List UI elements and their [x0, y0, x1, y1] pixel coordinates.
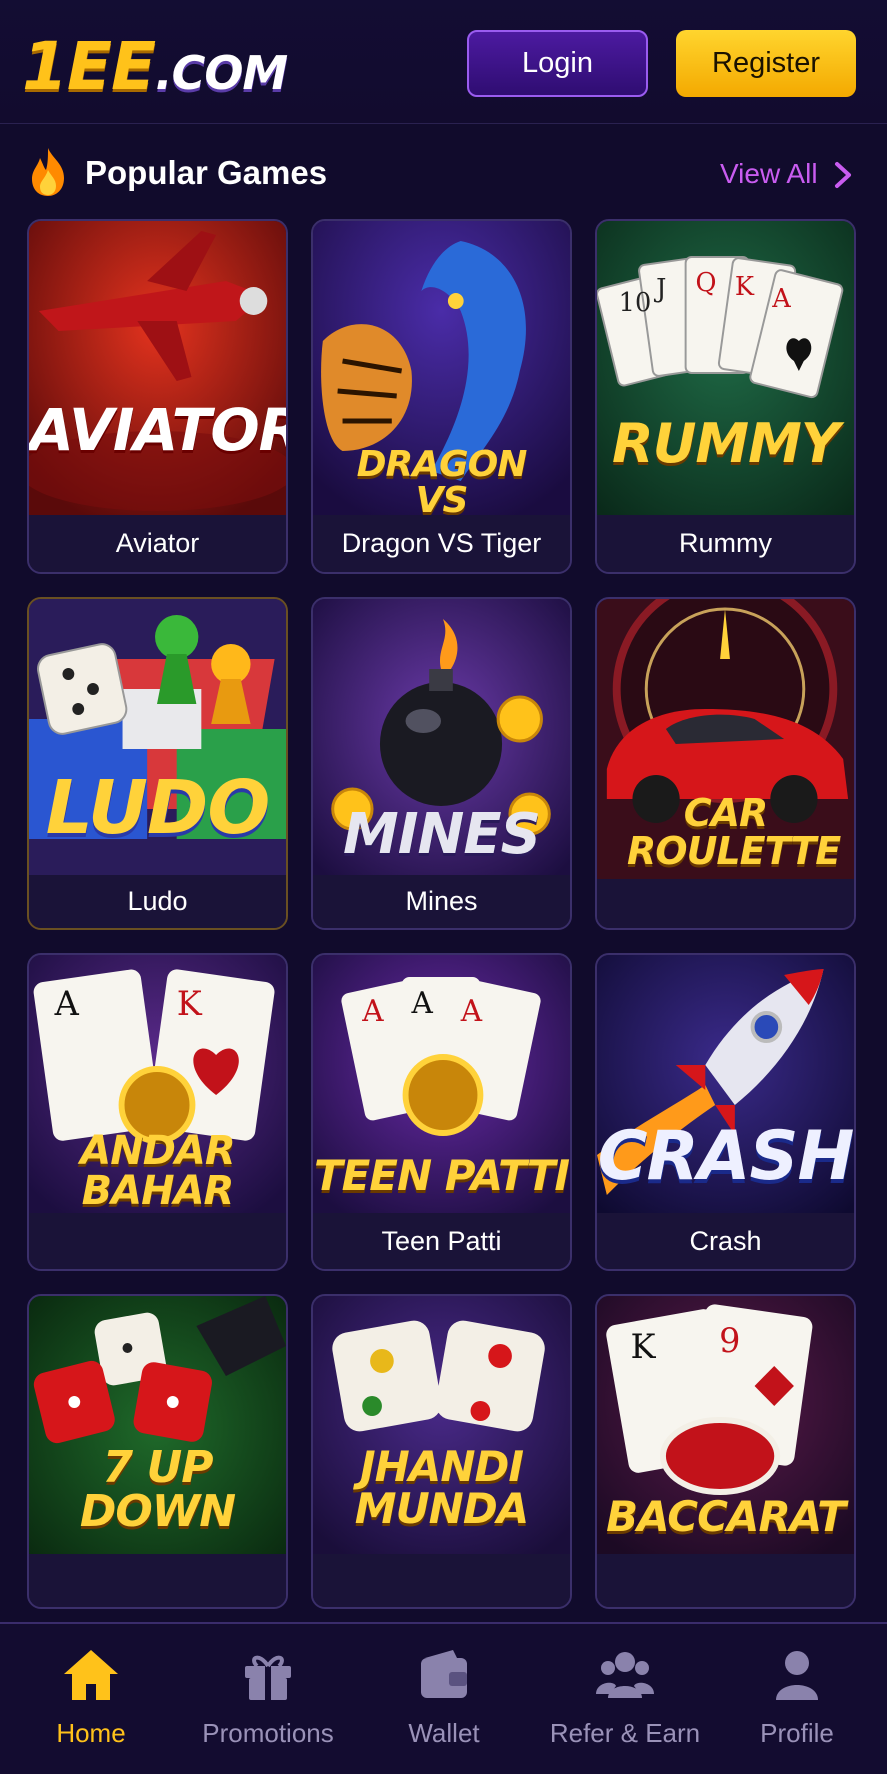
game-art-title: CAR ROULETTE: [627, 791, 841, 873]
game-label: Rummy: [597, 515, 854, 572]
nav-item-promotions[interactable]: Promotions: [183, 1646, 353, 1756]
game-card-jhandi-munda[interactable]: JHANDI MUNDA: [311, 1294, 572, 1609]
game-art-title: ANDAR BAHAR: [80, 1128, 235, 1214]
svg-text:10: 10: [619, 288, 652, 318]
svg-text:A: A: [771, 284, 791, 314]
game-label: [29, 1554, 286, 1607]
game-art-crash: CRASH: [597, 955, 854, 1217]
game-card-teen-patti[interactable]: A A A TEEN PATTI Teen Patti: [311, 953, 572, 1271]
game-art-mines: MINES: [313, 599, 570, 879]
game-card-7-up-down[interactable]: 7 UP DOWN: [27, 1294, 288, 1609]
top-header: 1EE .COM Login Register: [0, 0, 887, 124]
game-art-title: JHANDI MUNDA: [354, 1442, 529, 1533]
game-art-title: TEEN PATTI: [313, 1151, 570, 1200]
game-card-car-roulette[interactable]: CAR ROULETTE: [595, 597, 856, 930]
game-label: Dragon VS Tiger: [313, 515, 570, 572]
logo-main: 1EE: [22, 28, 156, 105]
chevron-right-icon[interactable]: [832, 160, 854, 190]
game-art-title: MINES: [342, 802, 541, 867]
game-art-teen-patti: A A A TEEN PATTI: [313, 955, 570, 1217]
game-art-title: AVIATOR: [29, 396, 286, 464]
game-art-title: RUMMY: [611, 412, 840, 475]
game-label: [597, 879, 854, 928]
login-button[interactable]: Login: [467, 30, 648, 97]
game-art-title: CRASH: [597, 1117, 854, 1196]
section-title: Popular Games: [85, 154, 328, 191]
svg-text:A: A: [410, 986, 433, 1021]
svg-text:A: A: [361, 994, 384, 1029]
game-art-baccarat: K 9 BACCARAT: [597, 1296, 854, 1558]
game-card-dragon-vs-tiger[interactable]: DRAGON VS TIGER Dragon VS Tiger: [311, 219, 572, 574]
nav-label: Refer & Earn: [549, 1718, 701, 1748]
wallet-icon: [421, 1650, 467, 1698]
nav-item-refer-earn[interactable]: Refer & Earn: [540, 1646, 710, 1756]
game-art-aviator: AVIATOR: [29, 221, 286, 519]
game-art-title: BACCARAT: [606, 1492, 846, 1541]
game-art-rummy: 10 J Q K A RUMMY: [597, 221, 854, 519]
game-art-jhandi-munda: JHANDI MUNDA: [313, 1296, 570, 1558]
game-label: [313, 1554, 570, 1607]
nav-item-home[interactable]: Home: [6, 1646, 176, 1756]
game-card-mines[interactable]: MINES Mines: [311, 597, 572, 930]
bottom-nav: Home Promotions Wallet Refer & Earn Prof…: [0, 1622, 887, 1774]
game-card-aviator[interactable]: AVIATOR Aviator: [27, 219, 288, 574]
svg-text:K: K: [735, 272, 755, 302]
svg-text:A: A: [54, 984, 80, 1023]
svg-text:Q: Q: [695, 268, 716, 298]
game-card-andar-bahar[interactable]: A K ANDAR BAHAR: [27, 953, 288, 1271]
game-label: Aviator: [29, 515, 286, 572]
game-art-ludo: LUDO: [29, 599, 286, 879]
svg-text:K: K: [630, 1327, 656, 1366]
game-label: Ludo: [29, 875, 286, 928]
game-art-andar-bahar: A K ANDAR BAHAR: [29, 955, 286, 1217]
game-art-title: LUDO: [45, 765, 271, 851]
game-label: Crash: [597, 1213, 854, 1269]
view-all-link[interactable]: View All: [720, 158, 818, 190]
game-label: [29, 1213, 286, 1269]
game-label: [597, 1554, 854, 1607]
game-card-crash[interactable]: CRASH Crash: [595, 953, 856, 1271]
game-art-dragon-vs-tiger: DRAGON VS TIGER: [313, 221, 570, 519]
svg-text:K: K: [177, 984, 203, 1023]
nav-item-profile[interactable]: Profile: [712, 1646, 882, 1756]
site-logo[interactable]: 1EE .COM: [22, 28, 288, 105]
nav-label: Home: [56, 1718, 126, 1748]
svg-text:9: 9: [719, 1321, 740, 1360]
nav-label: Profile: [760, 1718, 834, 1748]
gift-icon: [245, 1655, 291, 1700]
nav-label: Promotions: [202, 1718, 334, 1748]
register-button[interactable]: Register: [676, 30, 856, 97]
logo-suffix: .COM: [155, 46, 288, 100]
home-icon: [64, 1650, 118, 1700]
nav-label: Wallet: [408, 1718, 480, 1748]
svg-text:A: A: [460, 994, 483, 1029]
game-art-title: 7 UP DOWN: [79, 1442, 236, 1537]
popular-games-header: Popular Games View All: [0, 140, 887, 210]
profile-icon: [776, 1651, 818, 1700]
game-label: Teen Patti: [313, 1213, 570, 1269]
fire-icon: [32, 148, 64, 196]
users-icon: [596, 1652, 654, 1698]
game-art-car-roulette: CAR ROULETTE: [597, 599, 854, 883]
nav-item-wallet[interactable]: Wallet: [359, 1646, 529, 1756]
game-card-ludo[interactable]: LUDO Ludo: [27, 597, 288, 930]
game-card-baccarat[interactable]: K 9 BACCARAT: [595, 1294, 856, 1609]
game-art-7-up-down: 7 UP DOWN: [29, 1296, 286, 1558]
game-label: Mines: [313, 875, 570, 928]
game-card-rummy[interactable]: 10 J Q K A RUMMY Rummy: [595, 219, 856, 574]
game-art-title: DRAGON VS TIGER: [356, 444, 528, 520]
